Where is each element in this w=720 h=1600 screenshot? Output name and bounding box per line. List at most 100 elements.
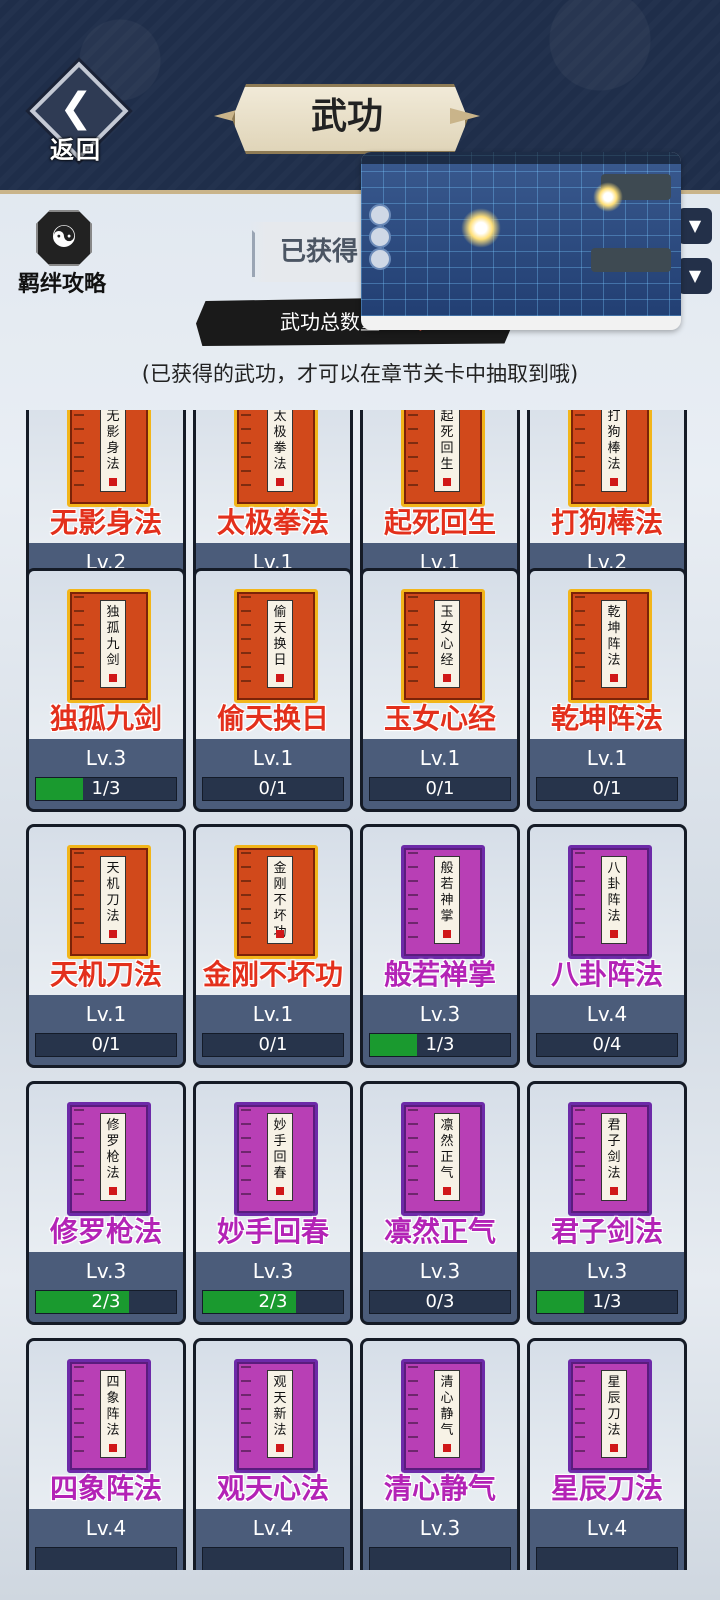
book-icon: 打狗棒法 — [568, 410, 652, 507]
progress-text: 0/1 — [425, 778, 455, 799]
martial-art-name: 般若禅掌 — [383, 958, 496, 991]
martial-art-name: 修罗枪法 — [49, 1215, 162, 1248]
martial-art-card[interactable]: 金刚不坏功金刚不坏功 Lv.1 0/1 — [193, 824, 353, 1068]
book-icon: 四象阵法 — [67, 1359, 151, 1473]
card-art-area: 四象阵法 四象阵法 — [29, 1341, 183, 1509]
book-spine — [575, 410, 585, 498]
martial-art-card[interactable]: 般若神掌 般若禅掌 Lv.3 1/3 — [360, 824, 520, 1068]
seal-icon — [610, 1444, 618, 1452]
book-icon: 观天新法 — [234, 1359, 318, 1473]
martial-art-name: 凛然正气 — [383, 1215, 496, 1248]
martial-art-card[interactable]: 星辰刀法 星辰刀法 Lv.4 — [527, 1338, 687, 1570]
martial-art-name: 天机刀法 — [49, 958, 162, 991]
book-icon: 乾坤阵法 — [568, 589, 652, 703]
progress-bar: 0/1 — [202, 1033, 344, 1057]
book-icon: 妙手回春 — [234, 1102, 318, 1216]
card-art-area: 起死回生 起死回生 — [363, 410, 517, 543]
seal-icon — [276, 930, 284, 938]
martial-art-name: 起死回生 — [383, 506, 496, 539]
martial-art-card[interactable]: 妙手回春 妙手回春 Lv.3 2/3 — [193, 1081, 353, 1325]
level-label: Lv.3 — [85, 1259, 127, 1283]
level-label: Lv.3 — [586, 1259, 628, 1283]
book-spine — [575, 852, 585, 950]
book-spine — [575, 1366, 585, 1464]
progress-text: 1/3 — [91, 778, 121, 799]
martial-art-card[interactable]: 玉女心经 玉女心经 Lv.1 0/1 — [360, 568, 520, 812]
martial-art-card[interactable]: 独孤九剑 独孤九剑 Lv.3 1/3 — [26, 568, 186, 812]
level-label: Lv.3 — [252, 1259, 294, 1283]
martial-art-card[interactable]: 观天新法 观天心法 Lv.4 — [193, 1338, 353, 1570]
dropdown-arrow-icon[interactable]: ▼ — [678, 258, 712, 294]
martial-art-card[interactable]: 天机刀法 天机刀法 Lv.1 0/1 — [26, 824, 186, 1068]
book-spine — [408, 852, 418, 950]
progress-text: 0/1 — [592, 778, 622, 799]
level-label: Lv.1 — [85, 1002, 127, 1026]
book-spine — [74, 852, 84, 950]
book-icon: 修罗枪法 — [67, 1102, 151, 1216]
card-art-area: 偷天换日 偷天换日 — [196, 571, 350, 739]
card-art-area: 般若神掌 般若禅掌 — [363, 827, 517, 995]
level-label: Lv.1 — [252, 1002, 294, 1026]
seal-icon — [276, 674, 284, 682]
martial-art-name: 乾坤阵法 — [550, 702, 663, 735]
back-arrow-icon: ❮ — [59, 85, 93, 131]
book-icon: 般若神掌 — [401, 845, 485, 959]
level-label: Lv.3 — [85, 746, 127, 770]
explosion — [461, 208, 501, 248]
book-icon: 君子剑法 — [568, 1102, 652, 1216]
seal-icon — [443, 930, 451, 938]
seal-icon — [276, 478, 284, 486]
portrait-icon — [369, 226, 391, 248]
card-art-area: 君子剑法 君子剑法 — [530, 1084, 684, 1252]
martial-art-card[interactable]: 修罗枪法 修罗枪法 Lv.3 2/3 — [26, 1081, 186, 1325]
progress-text: 2/3 — [91, 1291, 121, 1312]
card-art-area: 无影身法 无影身法 — [29, 410, 183, 543]
martial-art-card[interactable]: 八卦阵法 八卦阵法 Lv.4 0/4 — [527, 824, 687, 1068]
dropdown-arrow-icon[interactable]: ▼ — [678, 208, 712, 244]
level-label: Lv.1 — [419, 746, 461, 770]
progress-bar: 0/1 — [202, 777, 344, 801]
martial-art-card[interactable]: 乾坤阵法 乾坤阵法 Lv.1 0/1 — [527, 568, 687, 812]
card-art-area: 乾坤阵法 乾坤阵法 — [530, 571, 684, 739]
card-art-area: 独孤九剑 独孤九剑 — [29, 571, 183, 739]
video-frame — [361, 152, 681, 316]
level-label: Lv.4 — [252, 1516, 294, 1540]
card-art-area: 星辰刀法 星辰刀法 — [530, 1341, 684, 1509]
progress-bar: 0/1 — [35, 1033, 177, 1057]
book-icon: 玉女心经 — [401, 589, 485, 703]
progress-bar — [35, 1547, 177, 1570]
progress-text: 1/3 — [592, 1291, 622, 1312]
martial-art-name: 君子剑法 — [550, 1215, 663, 1248]
martial-art-name: 清心静气 — [383, 1472, 496, 1505]
page-title: 武功 — [310, 95, 383, 137]
seal-icon — [109, 1444, 117, 1452]
bond-strategy-button[interactable]: ☯ 羁绊攻略 — [14, 206, 110, 302]
progress-text: 2/3 — [258, 1291, 288, 1312]
book-spine — [408, 1366, 418, 1464]
seal-icon — [443, 674, 451, 682]
video-overlay[interactable] — [361, 152, 681, 330]
seal-icon — [276, 1444, 284, 1452]
title-banner: 武功 — [214, 84, 480, 148]
seal-icon — [610, 674, 618, 682]
book-icon: 金刚不坏功 — [234, 845, 318, 959]
martial-art-card[interactable]: 清心静气 清心静气 Lv.3 — [360, 1338, 520, 1570]
level-label: Lv.1 — [252, 746, 294, 770]
martial-art-name: 八卦阵法 — [550, 958, 663, 991]
martial-art-card[interactable]: 四象阵法 四象阵法 Lv.4 — [26, 1338, 186, 1570]
back-button[interactable]: ❮ 返回 — [29, 61, 129, 164]
card-art-area: 天机刀法 天机刀法 — [29, 827, 183, 995]
level-label: Lv.4 — [85, 1516, 127, 1540]
martial-art-card[interactable]: 偷天换日 偷天换日 Lv.1 0/1 — [193, 568, 353, 812]
martial-art-card[interactable]: 君子剑法 君子剑法 Lv.3 1/3 — [527, 1081, 687, 1325]
hint-text: (已获得的武功，才可以在章节关卡中抽取到哦) — [141, 362, 579, 386]
martial-art-card[interactable]: 凛然正气 凛然正气 Lv.3 0/3 — [360, 1081, 520, 1325]
martial-art-name: 四象阵法 — [49, 1472, 162, 1505]
card-art-area: 清心静气 清心静气 — [363, 1341, 517, 1509]
progress-text: 0/1 — [258, 778, 288, 799]
level-label: Lv.4 — [586, 1002, 628, 1026]
martial-art-name: 无影身法 — [49, 506, 162, 539]
progress-bar — [369, 1547, 511, 1570]
book-spine — [575, 1109, 585, 1207]
book-spine — [241, 1109, 251, 1207]
